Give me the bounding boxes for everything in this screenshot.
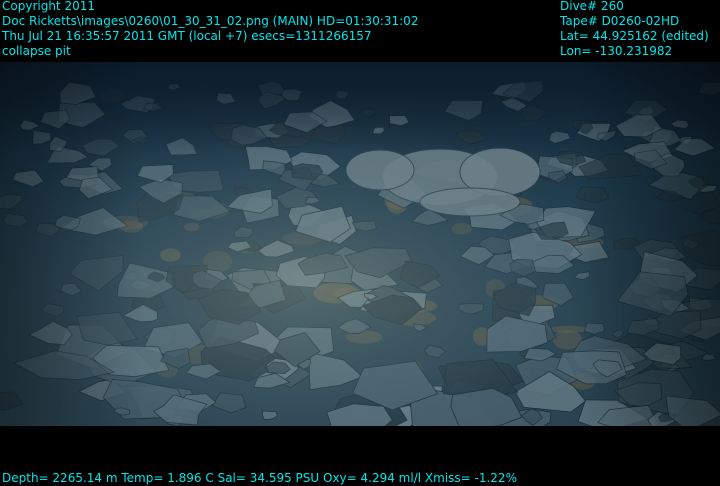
dive-number-text: Dive# 260 — [560, 0, 624, 13]
seafloor-image — [0, 62, 720, 426]
longitude-text: Lon= -130.231982 — [560, 44, 673, 58]
copyright-text: Copyright 2011 — [2, 0, 95, 13]
overlay-bottom: Depth= 2265.14 m Temp= 1.896 C Sal= 34.5… — [2, 471, 517, 486]
annotation-text: collapse pit — [2, 44, 71, 58]
video-frame: Copyright 2011 Doc Ricketts\images\0260\… — [0, 0, 720, 486]
image-path-text: Doc Ricketts\images\0260\01_30_31_02.png… — [2, 14, 419, 28]
seafloor-scene — [0, 62, 720, 426]
latitude-text: Lat= 44.925162 (edited) — [560, 29, 709, 43]
tape-number-text: Tape# D0260-02HD — [560, 14, 680, 28]
sensor-readout-text: Depth= 2265.14 m Temp= 1.896 C Sal= 34.5… — [2, 471, 517, 485]
overlay-top-left: Copyright 2011 Doc Ricketts\images\0260\… — [2, 0, 418, 59]
timestamp-text: Thu Jul 21 16:35:57 2011 GMT (local +7) … — [2, 29, 372, 43]
overlay-top-right: Dive# 260 Tape# D0260-02HD Lat= 44.92516… — [560, 0, 709, 59]
